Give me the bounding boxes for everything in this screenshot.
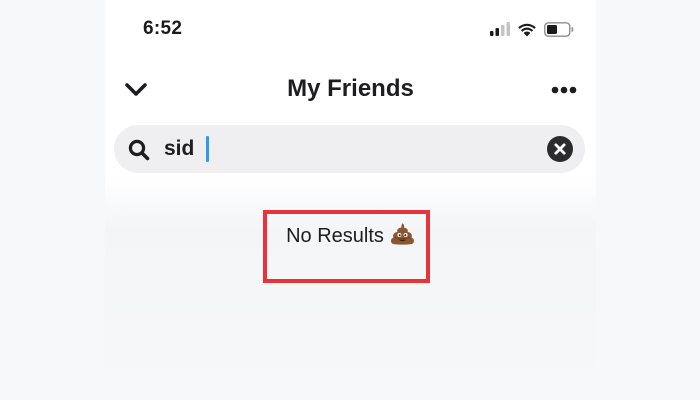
more-button[interactable]: [548, 78, 580, 102]
search-bar[interactable]: [114, 125, 585, 173]
empty-state: No Results: [105, 222, 596, 248]
pile-of-poo-icon: [390, 223, 414, 245]
clear-icon[interactable]: [547, 136, 573, 162]
wifi-icon: [518, 23, 536, 36]
header: My Friends: [105, 68, 596, 112]
more-horizontal-icon: [551, 86, 577, 94]
left-margin: [0, 0, 105, 400]
right-margin: [596, 0, 700, 400]
no-results-text: No Results: [286, 225, 384, 247]
search-icon: [128, 139, 150, 161]
search-input[interactable]: [164, 134, 524, 164]
status-bar: 6:52: [105, 0, 596, 60]
signal-icon: [490, 22, 510, 36]
battery-icon: [544, 21, 574, 37]
status-icons: [490, 21, 574, 37]
text-caret: [206, 136, 209, 162]
phone-screen: 6:52 My Friends sid No Results: [105, 0, 596, 400]
page-title: My Friends: [287, 75, 414, 102]
status-time: 6:52: [143, 18, 183, 39]
